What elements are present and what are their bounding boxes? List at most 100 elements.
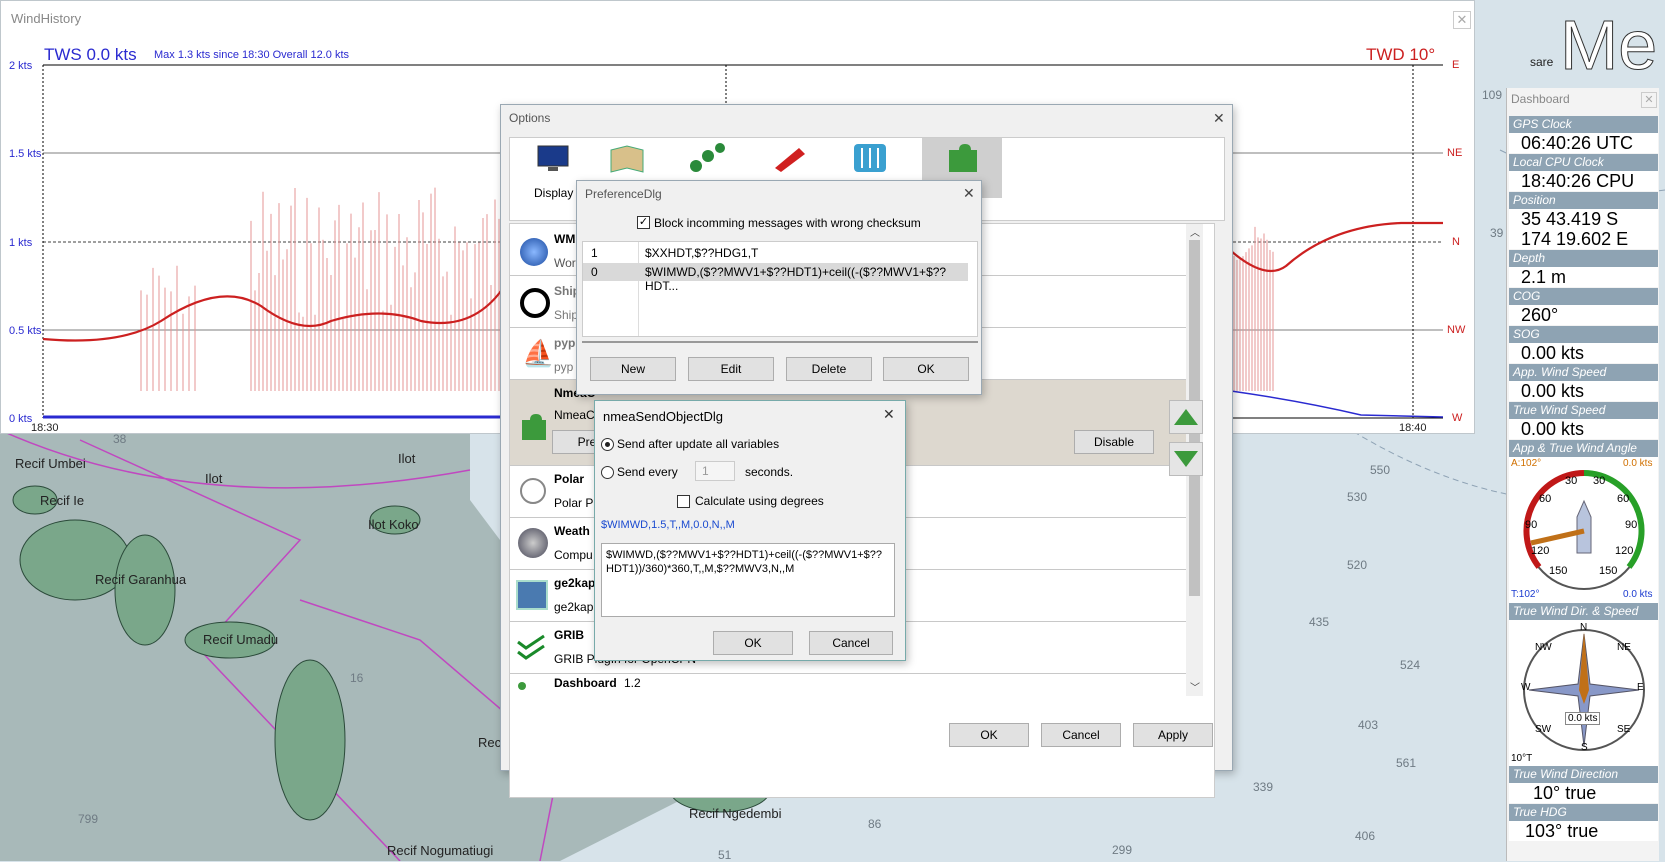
twd-speed: 0.0 kts [1565,712,1601,725]
puzzle-icon [518,412,548,442]
chevron-down-icon[interactable]: ﹀ [1190,679,1200,694]
map-label: Ilot [398,451,416,466]
polar-icon [520,478,546,504]
plugin-row[interactable]: Dashboard 1.2 [510,674,1202,714]
depth-sounding: 550 [1370,463,1391,477]
ok-button[interactable]: OK [713,631,793,655]
position-lat: 35 43.419 S [1509,209,1658,229]
twdir-value: 10° true [1509,783,1658,803]
seconds-spinner[interactable]: 1 [695,461,735,481]
twdir-caption: True Wind Direction [1509,766,1658,783]
hdg-caption: True HDG [1509,804,1658,821]
gauge-tick: 90 [1525,519,1538,531]
degrees-label: Calculate using degrees [695,494,824,508]
radio-after-label: Send after update all variables [617,437,780,451]
sentence-list[interactable]: 1 $XXHDT,$??HDG1,T 0 $WIMWD,($??MWV1+$??… [582,241,978,337]
charts-icon[interactable] [606,142,648,178]
cog-value: 260° [1509,305,1658,325]
plugin-name: WM [554,232,576,246]
gauge-tick: 60 [1617,493,1630,505]
apply-button[interactable]: Apply [1133,723,1213,747]
row-sentence: $XXHDT,$??HDG1,T [645,246,759,260]
aws-value: 0.00 kts [1509,381,1658,401]
arrow-up-icon [1174,409,1198,425]
depth-sounding: 561 [1396,756,1417,770]
position-lon: 174 19.602 E [1509,229,1658,249]
user-interface-icon[interactable] [849,142,891,178]
chevron-up-icon[interactable]: ︿ [1190,224,1200,239]
nmea-send-dialog[interactable]: nmeaSendObjectDlg ✕ Send after update al… [594,400,906,661]
cancel-button[interactable]: Cancel [1041,723,1121,747]
close-icon[interactable]: ✕ [1641,92,1657,108]
radio-unselected[interactable] [601,466,614,479]
disable-button[interactable]: Disable [1074,430,1154,454]
compass-point: SW [1535,724,1552,735]
cpu-clock-caption: Local CPU Clock [1509,154,1658,171]
checkbox-checked[interactable]: ✓ [637,216,650,229]
grib-icon [516,634,548,665]
compass-point: SE [1617,724,1631,735]
dialog-title: Options [509,111,551,125]
depth-value: 2.1 m [1509,267,1658,287]
tws-value: 0.00 kts [1509,419,1658,439]
tws-caption: True Wind Speed [1509,402,1658,419]
depth-sounding: 16 [350,671,364,685]
depth-sounding: 86 [868,817,882,831]
map-label: Recif Ie [40,493,85,508]
compass-point: S [1581,742,1588,753]
dashboard-panel[interactable]: Dashboard ✕ GPS Clock 06:40:26 UTC Local… [1506,88,1659,861]
seconds-label: seconds. [745,465,794,479]
depth-sounding: 339 [1253,780,1274,794]
connections-icon[interactable] [687,142,729,178]
close-icon[interactable]: ✕ [1213,110,1225,127]
delete-button[interactable]: Delete [786,357,872,381]
sog-caption: SOG [1509,326,1658,343]
close-icon[interactable]: ✕ [963,185,975,202]
map-label: Ilot [205,471,223,486]
preference-dialog[interactable]: PreferenceDlg ✕ ✓ Block incomming messag… [576,180,982,395]
globe-icon [520,238,548,266]
checkbox-unchecked[interactable] [677,495,690,508]
map-label: Rec [478,735,502,750]
dialog-title: nmeaSendObjectDlg [603,409,723,424]
preview-output: $WIMWD,1.5,T,,M,0.0,N,,M [601,519,735,531]
plugin-version: 1.2 [624,676,641,690]
depth-sounding: 524 [1400,658,1421,672]
sog-value: 0.00 kts [1509,343,1658,363]
list-item-selected[interactable]: 0 $WIMWD,($??MWV1+$??HDT1)+ceil((-($??MW… [583,263,968,293]
cpu-clock-value: 18:40:26 CPU [1509,171,1658,191]
dashboard-icon [518,682,526,690]
row-index: 1 [591,246,598,260]
ships-icon[interactable] [768,142,810,178]
new-button[interactable]: New [590,357,676,381]
ge2kap-icon [516,580,548,610]
map-label: Recif Umbei [15,456,86,471]
list-item[interactable]: 1 $XXHDT,$??HDG1,T [583,244,963,262]
move-up-button[interactable] [1169,400,1203,434]
plugin-name: Dashboard [554,676,617,690]
close-icon[interactable]: ✕ [883,406,895,423]
compass-point: NE [1617,642,1631,653]
angle-t-label: T:102° [1511,589,1540,600]
gauge-tick: 90 [1625,519,1638,531]
gauge-tick: 120 [1531,545,1550,557]
depth-sounding: 109 [1482,88,1503,102]
depth-sounding: 520 [1347,558,1368,572]
dialog-title: PreferenceDlg [585,187,662,201]
move-down-button[interactable] [1169,442,1203,476]
dashboard-title: Dashboard [1511,92,1570,106]
toolbar-display[interactable]: Display [524,144,582,204]
depth-sounding: 799 [78,812,99,826]
position-caption: Position [1509,192,1658,209]
monitor-icon [532,144,574,180]
formula-textarea[interactable]: $WIMWD,($??MWV1+$??HDT1)+ceil((-($??MWV1… [601,543,895,617]
radio-selected[interactable] [601,438,614,451]
map-label: Ilot Koko [368,517,419,532]
cancel-button[interactable]: Cancel [809,631,893,655]
gps-clock-caption: GPS Clock [1509,116,1658,133]
ok-button[interactable]: OK [949,723,1029,747]
map-label: Recif Umadu [203,632,279,647]
edit-button[interactable]: Edit [688,357,774,381]
hdg-value: 103° true [1509,821,1658,841]
ok-button[interactable]: OK [883,357,969,381]
